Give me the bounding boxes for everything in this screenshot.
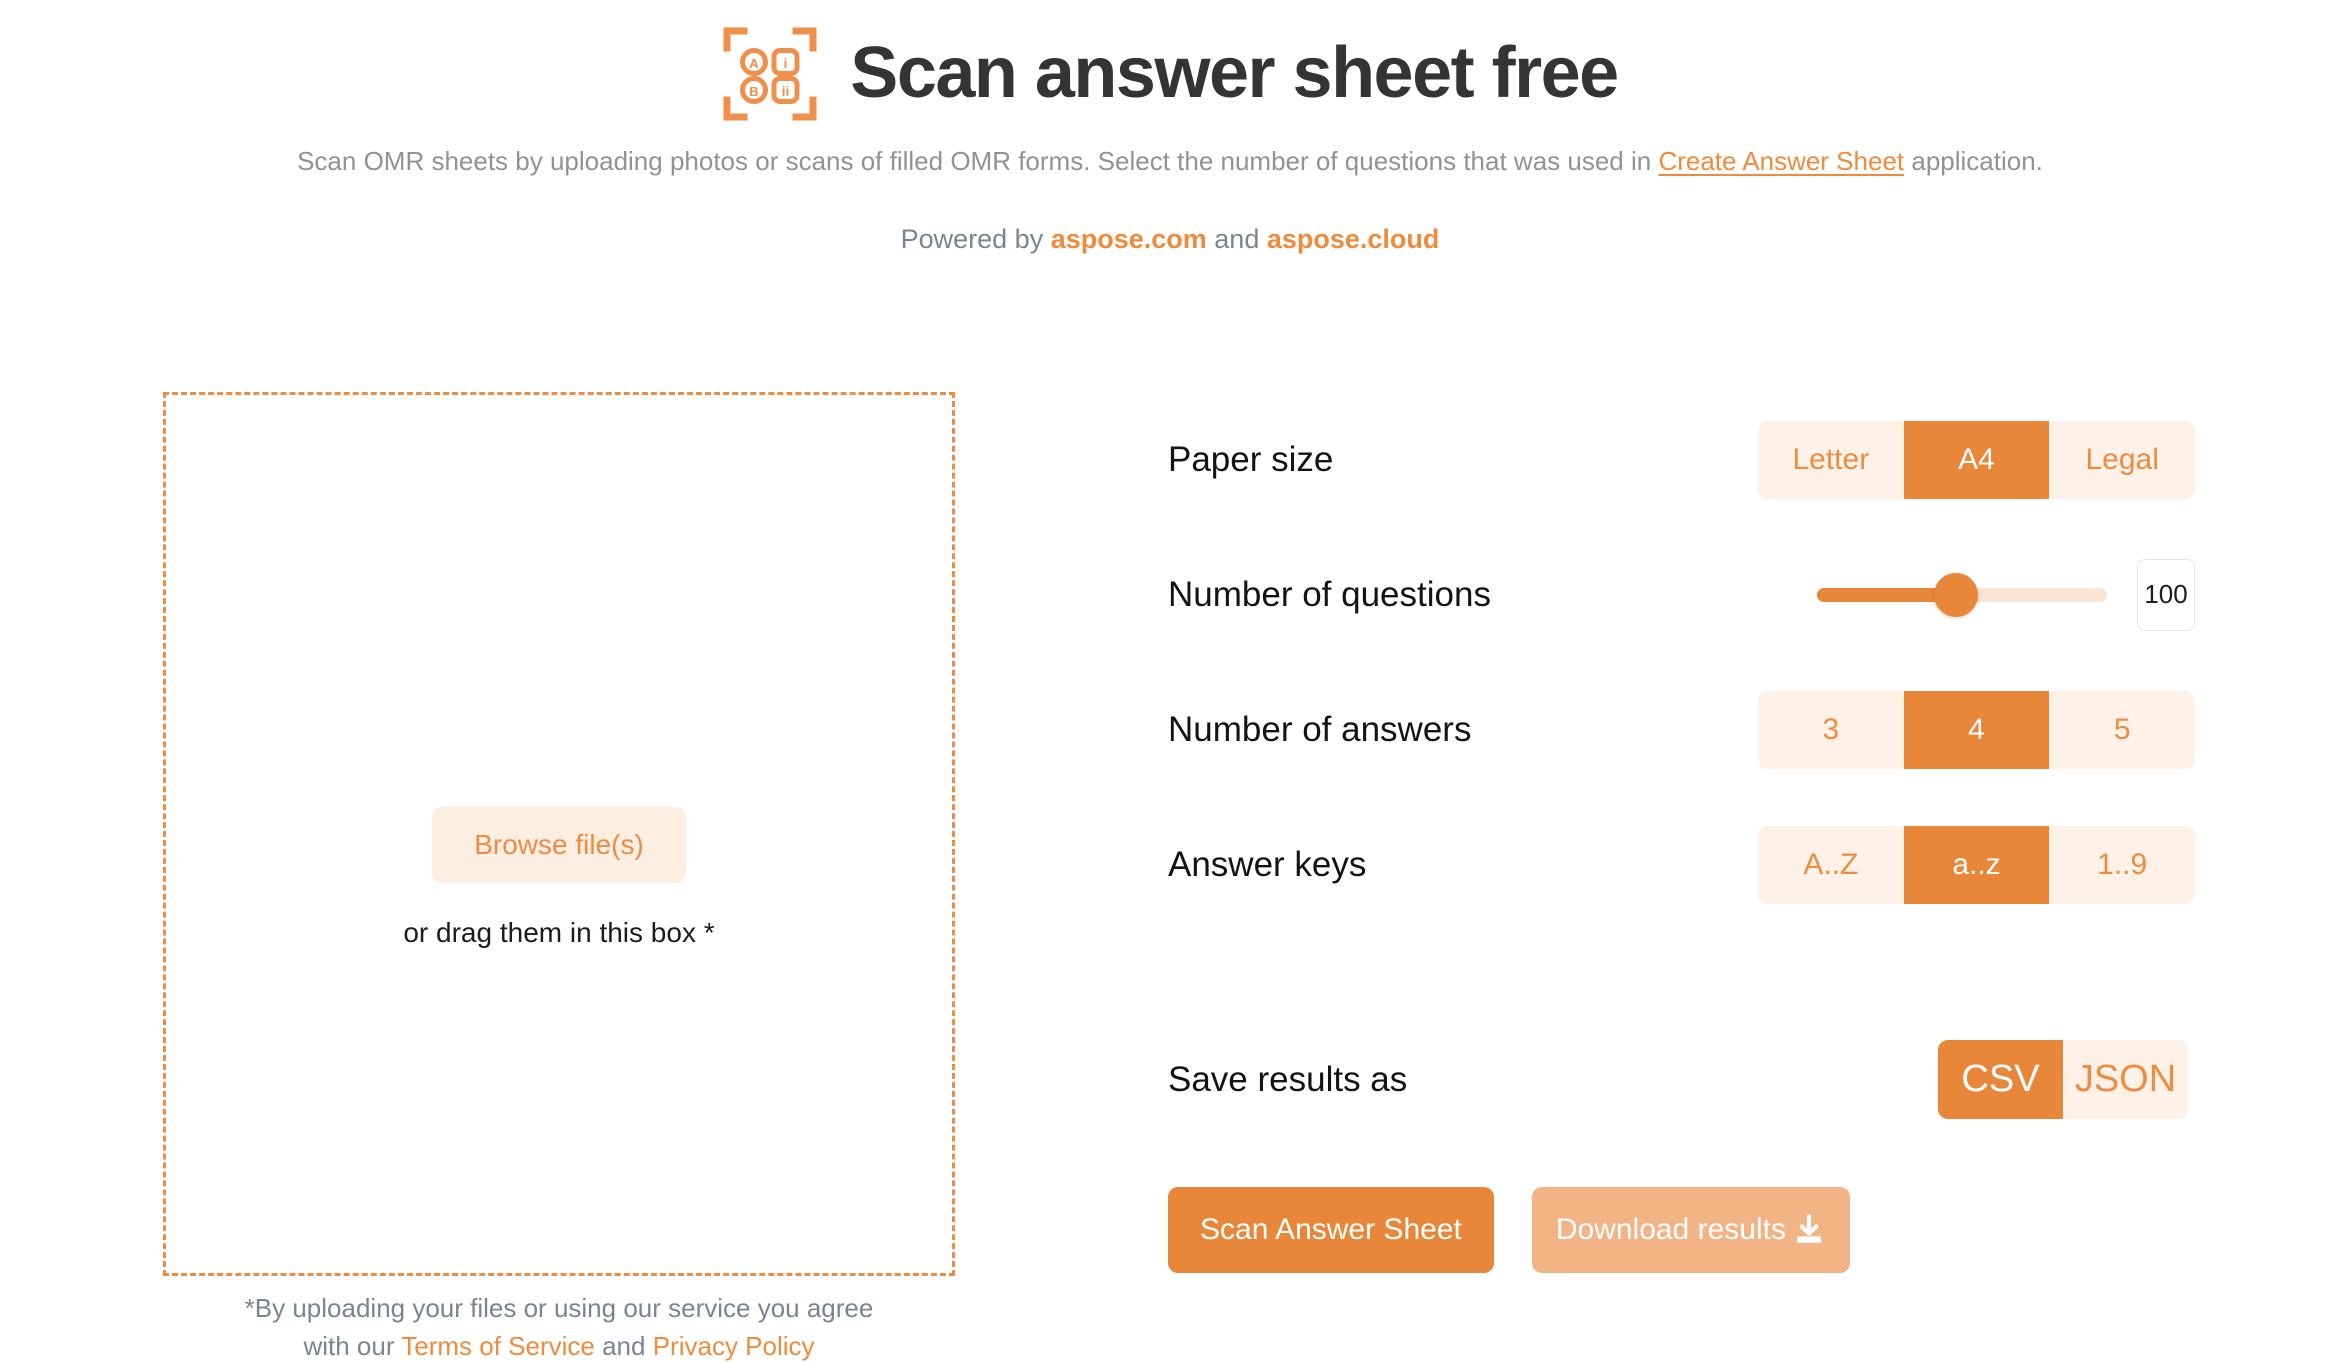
number-of-questions-input[interactable]: 100 — [2137, 558, 2195, 631]
save-results-option-json[interactable]: JSON — [2063, 1040, 2188, 1119]
omr-scan-frame-icon: A B i ii — [722, 26, 818, 122]
browse-files-button[interactable]: Browse file(s) — [432, 807, 686, 883]
paper-size-option-letter[interactable]: Letter — [1758, 420, 1904, 499]
download-icon — [1792, 1213, 1826, 1247]
svg-text:B: B — [750, 84, 759, 99]
save-results-as-segmented: CSV JSON — [1938, 1040, 2188, 1119]
row-number-of-questions: Number of questions 100 — [1168, 527, 2195, 662]
svg-text:A: A — [750, 56, 760, 71]
title-row: A B i ii Scan answer sheet free — [0, 26, 2340, 122]
terms-of-service-link[interactable]: Terms of Service — [401, 1331, 595, 1361]
answer-keys-label: Answer keys — [1168, 844, 1367, 884]
row-save-results-as: Save results as CSV JSON — [1168, 1012, 2188, 1147]
powered-by-prefix: Powered by — [900, 224, 1051, 255]
answer-keys-option-lowercase[interactable]: a..z — [1903, 825, 2050, 904]
answer-keys-option-numeric[interactable]: 1..9 — [2049, 825, 2195, 904]
paper-size-option-legal[interactable]: Legal — [2049, 420, 2195, 499]
number-of-answers-option-3[interactable]: 3 — [1758, 690, 1904, 769]
svg-text:ii: ii — [782, 83, 790, 99]
scan-answer-sheet-button[interactable]: Scan Answer Sheet — [1168, 1187, 1494, 1273]
answer-keys-option-uppercase[interactable]: A..Z — [1758, 825, 1904, 904]
download-results-button[interactable]: Download results — [1531, 1187, 1850, 1273]
terms-notice: *By uploading your files or using our se… — [163, 1290, 955, 1362]
row-answer-keys: Answer keys A..Z a..z 1..9 — [1168, 797, 2195, 932]
number-of-answers-option-5[interactable]: 5 — [2049, 690, 2195, 769]
number-of-answers-label: Number of answers — [1168, 709, 1472, 749]
save-results-option-csv[interactable]: CSV — [1938, 1040, 2063, 1119]
privacy-policy-link[interactable]: Privacy Policy — [653, 1331, 815, 1361]
row-number-of-answers: Number of answers 3 4 5 — [1168, 662, 2195, 797]
app-root: A B i ii Scan answer sheet free Scan OMR… — [0, 0, 2340, 1362]
answer-keys-control: A..Z a..z 1..9 — [1758, 825, 2195, 904]
paper-size-control: Letter A4 Legal — [1758, 420, 2195, 499]
action-buttons: Scan Answer Sheet Download results — [1168, 1187, 2188, 1273]
paper-size-label: Paper size — [1168, 439, 1334, 479]
drag-hint-label: or drag them in this box * — [403, 917, 715, 948]
paper-size-option-a4[interactable]: A4 — [1903, 420, 2050, 499]
svg-text:i: i — [784, 55, 788, 71]
terms-line-2: with our Terms of Service and Privacy Po… — [163, 1328, 955, 1362]
answer-keys-segmented: A..Z a..z 1..9 — [1758, 825, 2195, 904]
number-of-answers-option-4[interactable]: 4 — [1903, 690, 2050, 769]
number-of-answers-control: 3 4 5 — [1758, 690, 2195, 769]
powered-by-middle: and — [1206, 224, 1267, 255]
number-of-questions-control: 100 — [1758, 558, 2195, 631]
create-answer-sheet-link[interactable]: Create Answer Sheet — [1658, 146, 1904, 176]
aspose-cloud-link[interactable]: aspose.cloud — [1267, 224, 1440, 254]
terms-middle: and — [594, 1330, 653, 1361]
subtitle-text-before: Scan OMR sheets by uploading photos or s… — [297, 146, 1659, 176]
terms-line-1: *By uploading your files or using our se… — [244, 1293, 874, 1323]
powered-by-line: Powered by aspose.com and aspose.cloud — [0, 224, 2340, 255]
page-subtitle: Scan OMR sheets by uploading photos or s… — [0, 144, 2340, 179]
subtitle-text-after: application. — [1904, 146, 2043, 176]
panel-spacer — [1168, 932, 2188, 1012]
download-results-label: Download results — [1555, 1213, 1786, 1246]
terms-prefix: with our — [303, 1330, 402, 1361]
file-dropzone[interactable]: Browse file(s) or drag them in this box … — [163, 392, 955, 1276]
number-of-questions-slider-wrap: 100 — [1758, 558, 2195, 631]
paper-size-segmented: Letter A4 Legal — [1758, 420, 2195, 499]
number-of-answers-segmented: 3 4 5 — [1758, 690, 2195, 769]
save-results-as-label: Save results as — [1168, 1059, 1408, 1099]
page-header: A B i ii Scan answer sheet free Scan OMR… — [0, 0, 2340, 255]
page-title: Scan answer sheet free — [850, 33, 1619, 114]
row-paper-size: Paper size Letter A4 Legal — [1168, 392, 2195, 527]
number-of-questions-slider[interactable] — [1817, 572, 2107, 617]
save-results-as-control: CSV JSON — [1758, 1040, 2188, 1119]
slider-thumb[interactable] — [1934, 572, 1979, 617]
settings-panel: Paper size Letter A4 Legal Number of que… — [1168, 392, 2195, 1273]
aspose-com-link[interactable]: aspose.com — [1051, 224, 1207, 254]
number-of-questions-label: Number of questions — [1168, 574, 1491, 614]
